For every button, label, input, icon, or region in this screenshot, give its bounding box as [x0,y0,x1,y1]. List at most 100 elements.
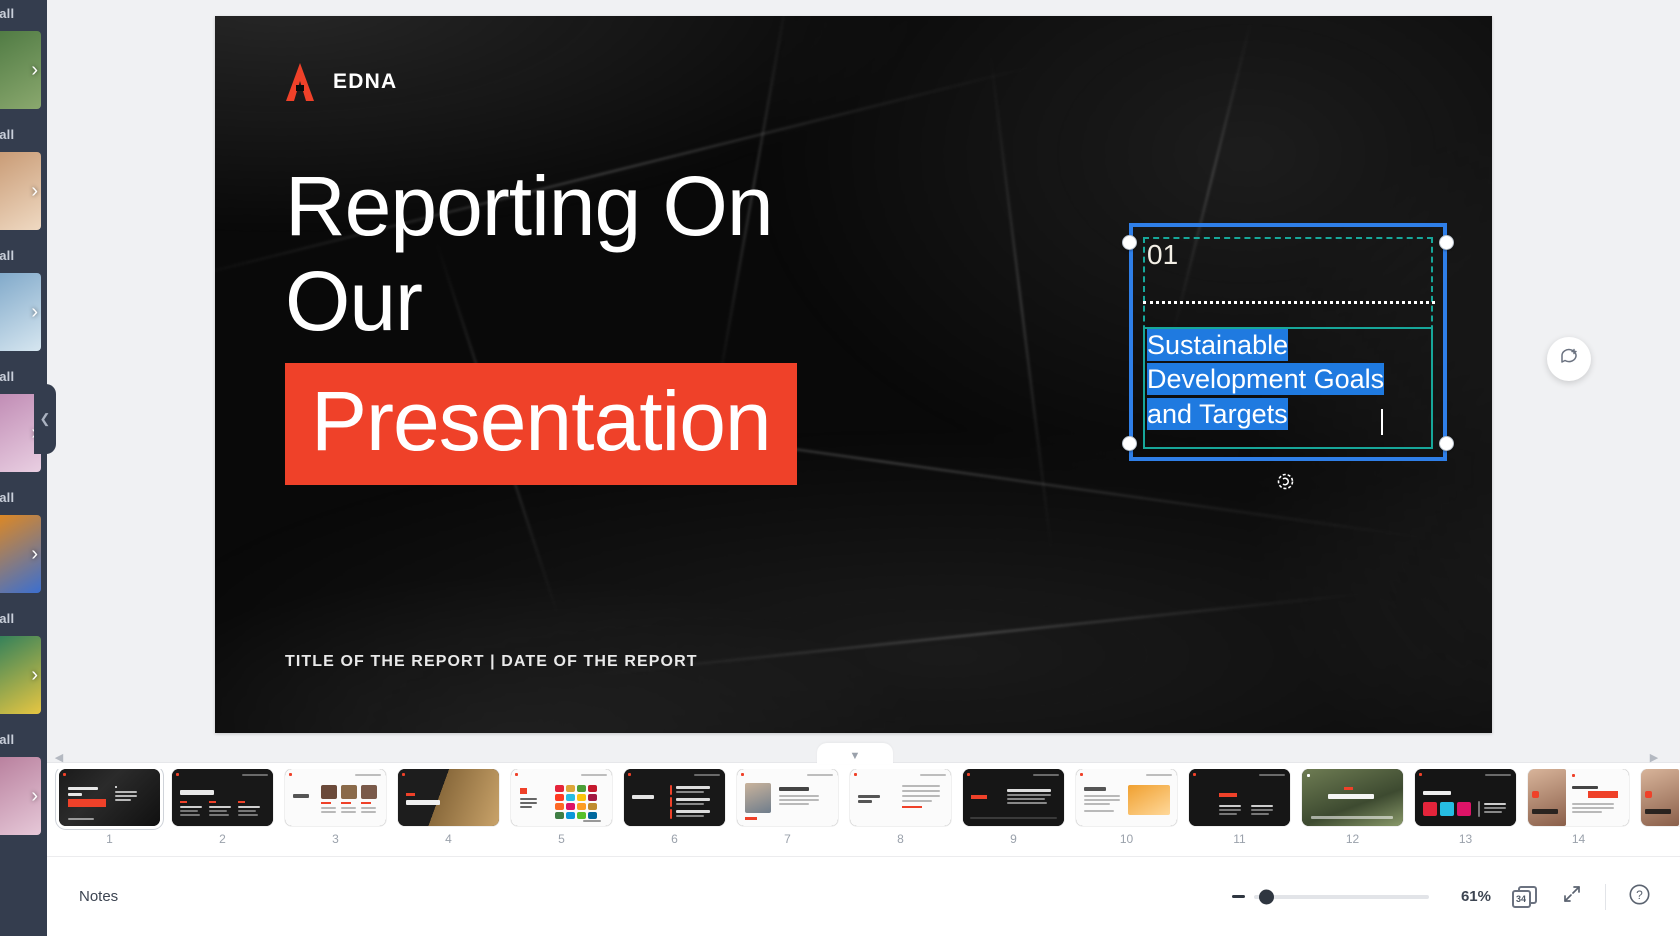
thumb-shape [238,810,256,812]
filmstrip-thumbnail[interactable]: 1 [59,769,160,846]
notes-button[interactable]: Notes [71,882,126,911]
add-comment-button[interactable] [1547,337,1591,381]
filmstrip-thumbnail[interactable]: 13 [1415,769,1516,846]
sidebar-template-group[interactable]: e all › [0,484,47,593]
thumbnail-preview[interactable] [1641,769,1680,826]
sidebar-template-group[interactable]: e all › [0,0,47,109]
thumbnail-preview[interactable] [1302,769,1403,826]
slide-grid-button[interactable]: 34 [1509,882,1539,912]
filmstrip-track[interactable]: 123456789101112131415 [47,769,1680,856]
filmstrip-thumbnail[interactable]: 12 [1302,769,1403,846]
thumbnail-preview[interactable] [172,769,273,826]
thumb-shape [1084,803,1110,805]
resize-handle-top-left[interactable] [1122,235,1137,250]
sidebar-template-group[interactable]: e all › [0,605,47,714]
resize-handle-bottom-right[interactable] [1439,436,1454,451]
thumb-shape [1645,791,1652,798]
chevron-right-icon[interactable]: › [31,786,38,806]
rotate-handle-icon[interactable] [1272,468,1298,494]
thumbnail-preview[interactable] [963,769,1064,826]
sidebar-see-all-link[interactable]: e all [0,484,47,511]
fullscreen-button[interactable] [1557,882,1587,912]
filmstrip-thumbnail[interactable]: 15 [1641,769,1680,846]
sidebar-template-thumbnail[interactable]: › [0,31,41,109]
thumb-shape [555,794,564,801]
zoom-slider-knob[interactable] [1258,889,1274,904]
sidebar-template-thumbnail[interactable]: › [0,636,41,714]
filmstrip-collapse-button[interactable]: ▼ [817,743,893,764]
canvas-area[interactable]: EDNA Reporting On Our Presentation TITLE… [47,0,1680,762]
thumb-shape [1423,791,1451,795]
filmstrip-scroll-left[interactable]: ◀ [51,749,67,765]
thumb-shape [406,793,415,796]
thumb-shape [402,773,405,776]
selected-text-content[interactable]: Sustainable Development Goals and Target… [1147,328,1419,431]
thumbnail-preview[interactable] [850,769,951,826]
thumb-shape [68,818,94,820]
help-button[interactable]: ? [1624,882,1654,912]
filmstrip-thumbnail[interactable]: 9 [963,769,1064,846]
filmstrip-thumbnail[interactable]: 2 [172,769,273,846]
template-sidebar[interactable]: e all›e all›e all›e all›e all›e all›e al… [0,0,47,936]
slide-canvas[interactable]: EDNA Reporting On Our Presentation TITLE… [215,16,1492,733]
thumb-shape [970,817,1057,819]
slide-count-label: 34 [1511,889,1531,908]
sidebar-see-all-link[interactable]: e all [0,121,47,148]
filmstrip-thumbnail[interactable]: 8 [850,769,951,846]
sidebar-see-all-link[interactable]: e all [0,726,47,753]
filmstrip-thumbnail[interactable]: 3 [285,769,386,846]
thumb-shape [1423,802,1437,816]
chevron-right-icon[interactable]: › [31,60,38,80]
chevron-right-icon[interactable]: › [31,665,38,685]
filmstrip-thumbnail[interactable]: 6 [624,769,725,846]
thumbnail-preview[interactable] [1415,769,1516,826]
slide-footer-caption: TITLE OF THE REPORT | DATE OF THE REPORT [285,653,698,670]
slide-filmstrip[interactable]: ▼ ◀ ▶ 123456789101112131415 [47,743,1680,856]
sidebar-template-thumbnail[interactable]: › [0,757,41,835]
zoom-slider[interactable] [1254,889,1429,904]
thumbnail-preview[interactable] [624,769,725,826]
sidebar-template-group[interactable]: e all › [0,726,47,835]
sidebar-template-thumbnail[interactable]: › [0,273,41,351]
thumbnail-preview[interactable] [1189,769,1290,826]
sidebar-template-group[interactable]: e all › [0,121,47,230]
zoom-out-icon[interactable] [1232,895,1245,898]
filmstrip-thumbnail[interactable]: 7 [737,769,838,846]
sidebar-see-all-link[interactable]: e all [0,605,47,632]
thumbnail-preview[interactable] [511,769,612,826]
thumbnail-preview[interactable] [285,769,386,826]
filmstrip-thumbnail[interactable]: 10 [1076,769,1177,846]
resize-handle-bottom-left[interactable] [1122,436,1137,451]
filmstrip-thumbnail[interactable]: 14 [1528,769,1629,846]
thumb-shape [1440,802,1454,816]
sidebar-template-group[interactable]: e all › [0,242,47,351]
filmstrip-scroll-right[interactable]: ▶ [1646,749,1662,765]
filmstrip-thumbnail[interactable]: 5 [511,769,612,846]
thumbnail-preview[interactable] [1076,769,1177,826]
sidebar-collapse-button[interactable]: ❮ [34,384,56,454]
chevron-right-icon[interactable]: › [31,302,38,322]
selected-text-element[interactable]: 01 Sustainable Development Goals and Tar… [1122,223,1454,489]
resize-handle-top-right[interactable] [1439,235,1454,250]
filmstrip-thumbnail[interactable]: 4 [398,769,499,846]
thumb-shape [858,800,872,803]
element-dotted-divider [1143,301,1435,304]
slide-logo[interactable]: EDNA [283,61,397,103]
sidebar-see-all-link[interactable]: e all [0,0,47,27]
thumbnail-preview[interactable] [59,769,160,826]
chevron-right-icon[interactable]: › [31,181,38,201]
thumb-shape [1219,809,1241,811]
sidebar-template-thumbnail[interactable]: › [0,152,41,230]
zoom-control[interactable] [1232,889,1429,904]
sidebar-see-all-link[interactable]: e all [0,242,47,269]
thumbnail-preview[interactable] [398,769,499,826]
thumb-shape [180,790,214,795]
sidebar-template-thumbnail[interactable]: › [0,515,41,593]
filmstrip-thumbnail[interactable]: 11 [1189,769,1290,846]
thumb-shape [670,785,672,795]
thumbnail-preview[interactable] [1528,769,1629,826]
chevron-right-icon[interactable]: › [31,544,38,564]
thumbnail-number: 4 [445,832,452,846]
thumbnail-preview[interactable] [737,769,838,826]
slide-headline[interactable]: Reporting On Our Presentation [285,164,1025,486]
